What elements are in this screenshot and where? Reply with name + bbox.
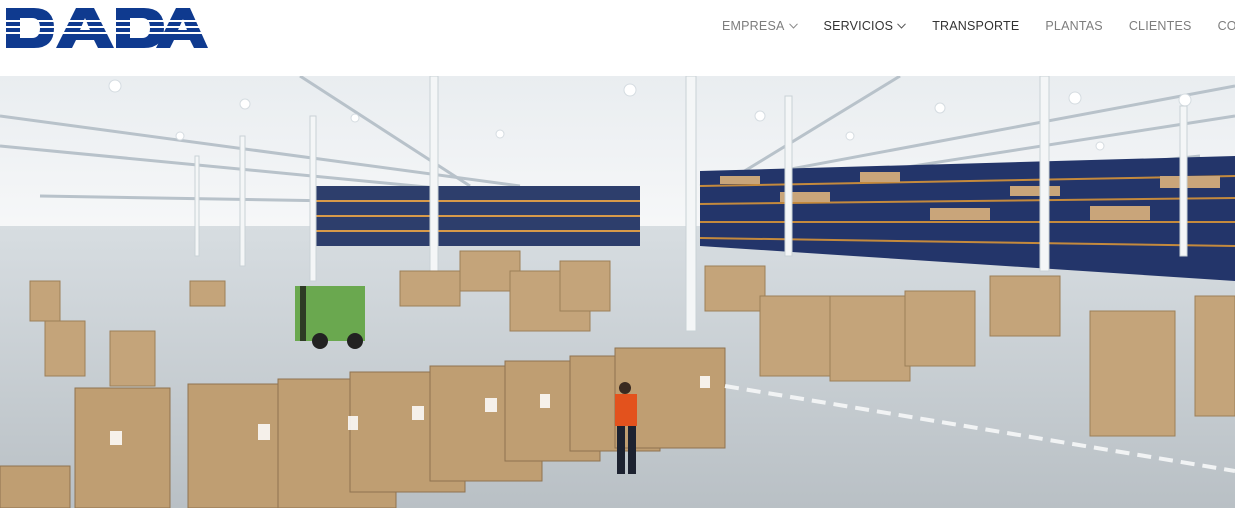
main-nav: EMPRESA SERVICIOS TRANSPORTE PLANTAS CLI… [722,0,1235,52]
nav-item-label: TRANSPORTE [932,19,1020,33]
hero-warehouse-image [0,76,1235,508]
nav-item-contacto[interactable]: CONTACTO [1218,19,1235,33]
warehouse-illustration [0,76,1235,508]
nav-item-empresa[interactable]: EMPRESA [722,19,798,33]
nav-item-label: SERVICIOS [823,19,894,33]
chevron-down-icon [897,23,907,29]
nav-item-clientes[interactable]: CLIENTES [1129,19,1192,33]
forklift [295,286,365,349]
dada-logo[interactable] [4,4,208,48]
nav-item-label: CLIENTES [1128,19,1192,33]
nav-item-transporte[interactable]: TRANSPORTE [932,19,1019,33]
nav-item-label: EMPRESA [722,19,785,33]
nav-item-label: CONTACTO [1217,19,1235,33]
site-header: EMPRESA SERVICIOS TRANSPORTE PLANTAS CLI… [0,0,1235,76]
nav-item-servicios[interactable]: SERVICIOS [824,19,907,33]
nav-item-label: PLANTAS [1045,19,1103,33]
nav-item-plantas[interactable]: PLANTAS [1045,19,1102,33]
chevron-down-icon [788,23,798,29]
